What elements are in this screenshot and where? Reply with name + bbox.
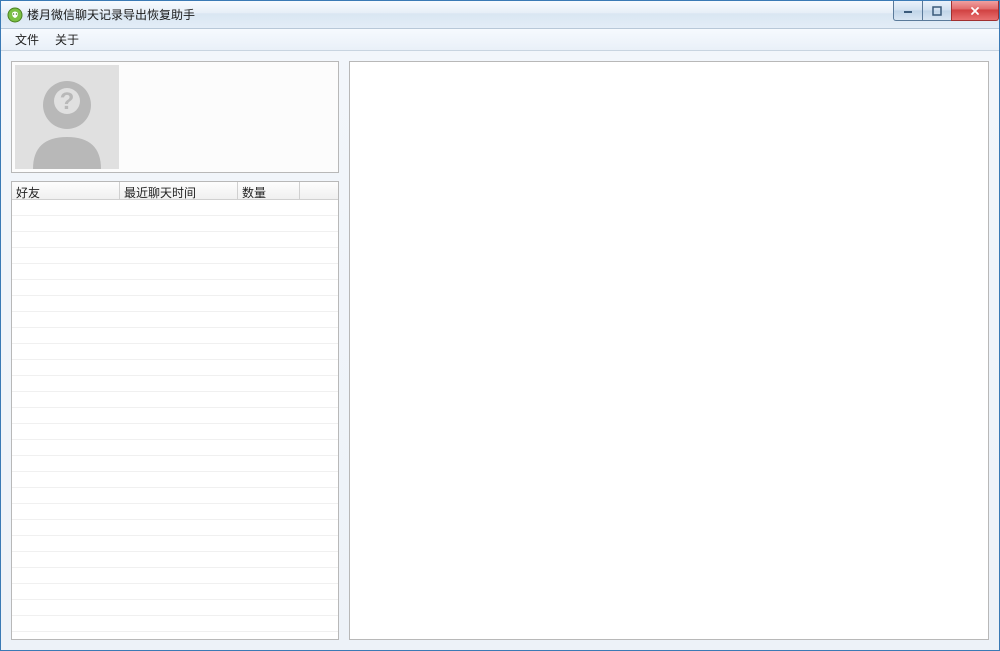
column-header-lastchat[interactable]: 最近聊天时间 bbox=[120, 182, 238, 199]
table-row bbox=[12, 248, 338, 264]
table-row bbox=[12, 264, 338, 280]
column-header-spacer bbox=[300, 182, 338, 199]
column-header-friend[interactable]: 好友 bbox=[12, 182, 120, 199]
column-header-count[interactable]: 数量 bbox=[238, 182, 300, 199]
table-row bbox=[12, 200, 338, 216]
chat-content-panel bbox=[349, 61, 989, 640]
table-row bbox=[12, 216, 338, 232]
table-row bbox=[12, 344, 338, 360]
window-title: 楼月微信聊天记录导出恢复助手 bbox=[27, 6, 195, 23]
svg-text:?: ? bbox=[60, 88, 75, 115]
table-row bbox=[12, 456, 338, 472]
window-controls bbox=[894, 1, 999, 21]
table-row bbox=[12, 568, 338, 584]
table-row bbox=[12, 424, 338, 440]
table-row bbox=[12, 296, 338, 312]
table-row bbox=[12, 584, 338, 600]
avatar-box: ? bbox=[11, 61, 339, 173]
avatar-placeholder-icon: ? bbox=[15, 65, 119, 169]
table-row bbox=[12, 360, 338, 376]
table-row bbox=[12, 280, 338, 296]
table-row bbox=[12, 504, 338, 520]
table-row bbox=[12, 488, 338, 504]
table-body[interactable] bbox=[12, 200, 338, 639]
table-row bbox=[12, 472, 338, 488]
table-header: 好友 最近聊天时间 数量 bbox=[12, 182, 338, 200]
table-row bbox=[12, 376, 338, 392]
app-icon bbox=[7, 7, 23, 23]
table-row bbox=[12, 616, 338, 632]
title-bar[interactable]: 楼月微信聊天记录导出恢复助手 bbox=[1, 1, 999, 29]
table-row bbox=[12, 312, 338, 328]
maximize-button[interactable] bbox=[922, 1, 952, 21]
table-row bbox=[12, 520, 338, 536]
left-panel: ? 好友 最近聊天时间 数量 bbox=[11, 61, 339, 640]
table-row bbox=[12, 440, 338, 456]
table-row bbox=[12, 232, 338, 248]
minimize-button[interactable] bbox=[893, 1, 923, 21]
menu-file[interactable]: 文件 bbox=[7, 29, 47, 50]
friends-table: 好友 最近聊天时间 数量 bbox=[11, 181, 339, 640]
table-row bbox=[12, 408, 338, 424]
close-button[interactable] bbox=[951, 1, 999, 21]
table-row bbox=[12, 328, 338, 344]
table-row bbox=[12, 392, 338, 408]
menu-about[interactable]: 关于 bbox=[47, 29, 87, 50]
table-row bbox=[12, 600, 338, 616]
app-window: 楼月微信聊天记录导出恢复助手 文件 关于 bbox=[0, 0, 1000, 651]
table-row bbox=[12, 536, 338, 552]
table-row bbox=[12, 552, 338, 568]
content-area: ? 好友 最近聊天时间 数量 bbox=[1, 51, 999, 650]
menu-bar: 文件 关于 bbox=[1, 29, 999, 51]
